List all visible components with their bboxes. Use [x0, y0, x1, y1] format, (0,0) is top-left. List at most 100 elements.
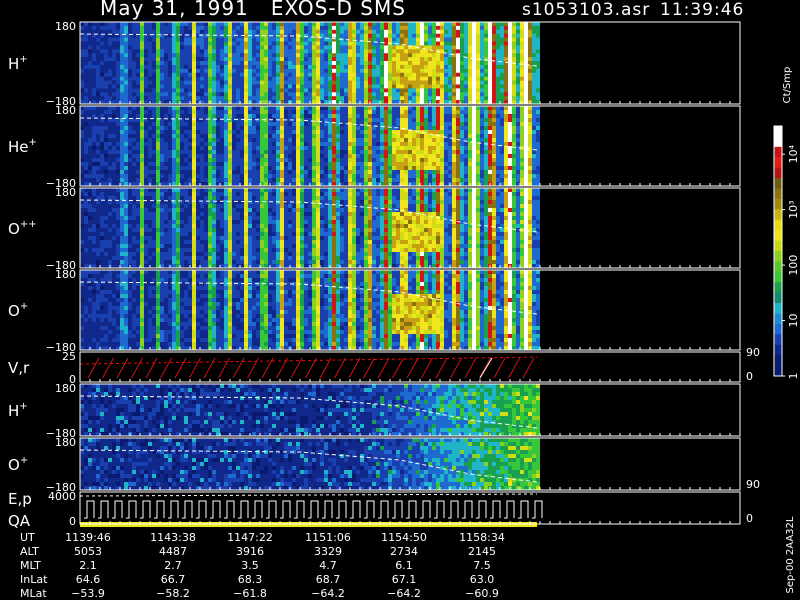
velocity-dashed-line: [79, 356, 538, 365]
spectrogram-panel-6: [80, 438, 540, 491]
table-cell: 63.0: [470, 573, 495, 586]
table-cell: 64.6: [76, 573, 101, 586]
table-cell: 66.7: [161, 573, 186, 586]
y-top-label: 180: [55, 20, 76, 33]
velocity-ramp: [522, 357, 535, 379]
side-note: Sep-00 2AA32L: [785, 516, 796, 593]
colorbar-cell: [774, 334, 782, 346]
y-top-label: 4000: [48, 490, 76, 503]
table-cell: 3329: [314, 545, 342, 558]
table-cell: 4487: [159, 545, 187, 558]
table-cell: 1158:34: [459, 531, 505, 544]
y-right-bottom-label: 0: [746, 512, 753, 525]
panel-label-superscript: +: [20, 301, 28, 312]
table-cell: 2145: [468, 545, 496, 558]
panel-label-superscript: ++: [20, 219, 37, 230]
file-time: 11:39:46: [660, 0, 745, 20]
colorbar-cell: [774, 126, 782, 137]
table-row-label: MLat: [20, 587, 47, 600]
panel-label-superscript: +: [19, 54, 27, 65]
velocity-ramp: [160, 357, 172, 379]
y-right-bottom-label: 90: [746, 478, 760, 491]
velocity-ramp: [334, 357, 346, 379]
panel-label-qa: QA: [8, 512, 31, 530]
velocity-ramp: [131, 357, 143, 379]
velocity-ramp: [87, 357, 100, 379]
table-cell: 6.1: [395, 559, 413, 572]
colorbar-cell: [774, 188, 782, 200]
table-cell: 2.1: [79, 559, 97, 572]
spectrogram-panel-2: [80, 188, 540, 269]
table-cell: −64.2: [311, 587, 345, 600]
colorbar-unit-label: Ct/Smp: [782, 67, 793, 104]
panel-label-superscript: +: [19, 401, 27, 412]
table-cell: −58.2: [156, 587, 190, 600]
table-row-label: InLat: [20, 573, 48, 586]
table-row-label: MLT: [20, 559, 41, 572]
velocity-ramp: [450, 357, 462, 379]
colorbar-tick-label: 10⁴: [787, 144, 800, 163]
colorbar-cell: [774, 355, 782, 367]
panel-label-superscript: +: [29, 137, 37, 148]
colorbar-tick-label: 10: [787, 314, 800, 328]
colorbar-cell: [774, 303, 782, 314]
table-cell: 4.7: [319, 559, 337, 572]
y-top-label: 180: [55, 268, 76, 281]
velocity-ramp: [189, 357, 201, 379]
table-cell: 2734: [390, 545, 418, 558]
velocity-trace: [79, 356, 538, 379]
colorbar-cell: [774, 198, 782, 210]
colorbar-cell: [774, 344, 782, 356]
y-right-top-label: 90: [746, 346, 760, 359]
y-right-bottom-label: 0: [746, 370, 753, 383]
colorbar-tick-label: 10³: [787, 200, 800, 218]
colorbar-cell: [774, 167, 782, 179]
velocity-ramp: [116, 357, 129, 379]
colorbar-cell: [774, 323, 782, 335]
velocity-ramp: [232, 357, 245, 379]
velocity-ramp: [493, 357, 506, 379]
table-cell: 3.5: [241, 559, 259, 572]
energy-steps: [84, 500, 543, 519]
panel-label-3: O+: [8, 301, 28, 320]
panel-label-1: He+: [8, 137, 37, 156]
table-row-label: UT: [20, 531, 35, 544]
colorbar-cell: [774, 178, 782, 189]
velocity-ramp: [435, 357, 448, 379]
panel-label-superscript: +: [20, 455, 28, 466]
colorbar-cell: [774, 271, 782, 283]
colorbar-cell: [774, 365, 782, 377]
panel-frame: [79, 491, 741, 525]
velocity-ramp: [363, 357, 375, 379]
velocity-ramp: [319, 357, 332, 379]
panel-label-0: H+: [8, 54, 28, 73]
panel-label-4: V,r: [8, 359, 30, 377]
panel-label-6: O+: [8, 455, 28, 474]
colorbar-cell: [774, 146, 782, 158]
energy-step-trace: [79, 493, 543, 527]
colorbar-tick-label: 1: [787, 373, 800, 380]
energy-dashed-line: [79, 493, 538, 497]
velocity-ramp: [145, 357, 158, 379]
velocity-ramp: [203, 357, 216, 379]
colorbar-cell: [774, 292, 782, 304]
table-cell: 7.5: [473, 559, 491, 572]
panel-label-5: H+: [8, 401, 28, 420]
colorbar-cell: [774, 230, 782, 242]
velocity-ramp: [348, 357, 361, 379]
table-cell: 1143:38: [150, 531, 196, 544]
spectrogram-panel-0: [80, 22, 540, 105]
table-cell: 2.7: [164, 559, 182, 572]
velocity-ramp: [102, 357, 114, 379]
colorbar-cell: [774, 261, 782, 273]
colorbar-cell: [774, 251, 782, 262]
y-top-label: 25: [62, 350, 76, 363]
exos-d-sms-plot: 11010010³10⁴Ct/SmpSep-00 2AA32L180−180H+…: [8, 20, 800, 600]
panel-frame: [79, 351, 741, 383]
table-cell: −61.8: [233, 587, 267, 600]
spectrogram-panel-3: [80, 270, 540, 351]
colorbar-cell: [774, 209, 782, 221]
file-name: s1053103.asr: [522, 0, 651, 20]
spectrogram-panel-5: [80, 384, 540, 437]
table-row-label: ALT: [20, 545, 39, 558]
